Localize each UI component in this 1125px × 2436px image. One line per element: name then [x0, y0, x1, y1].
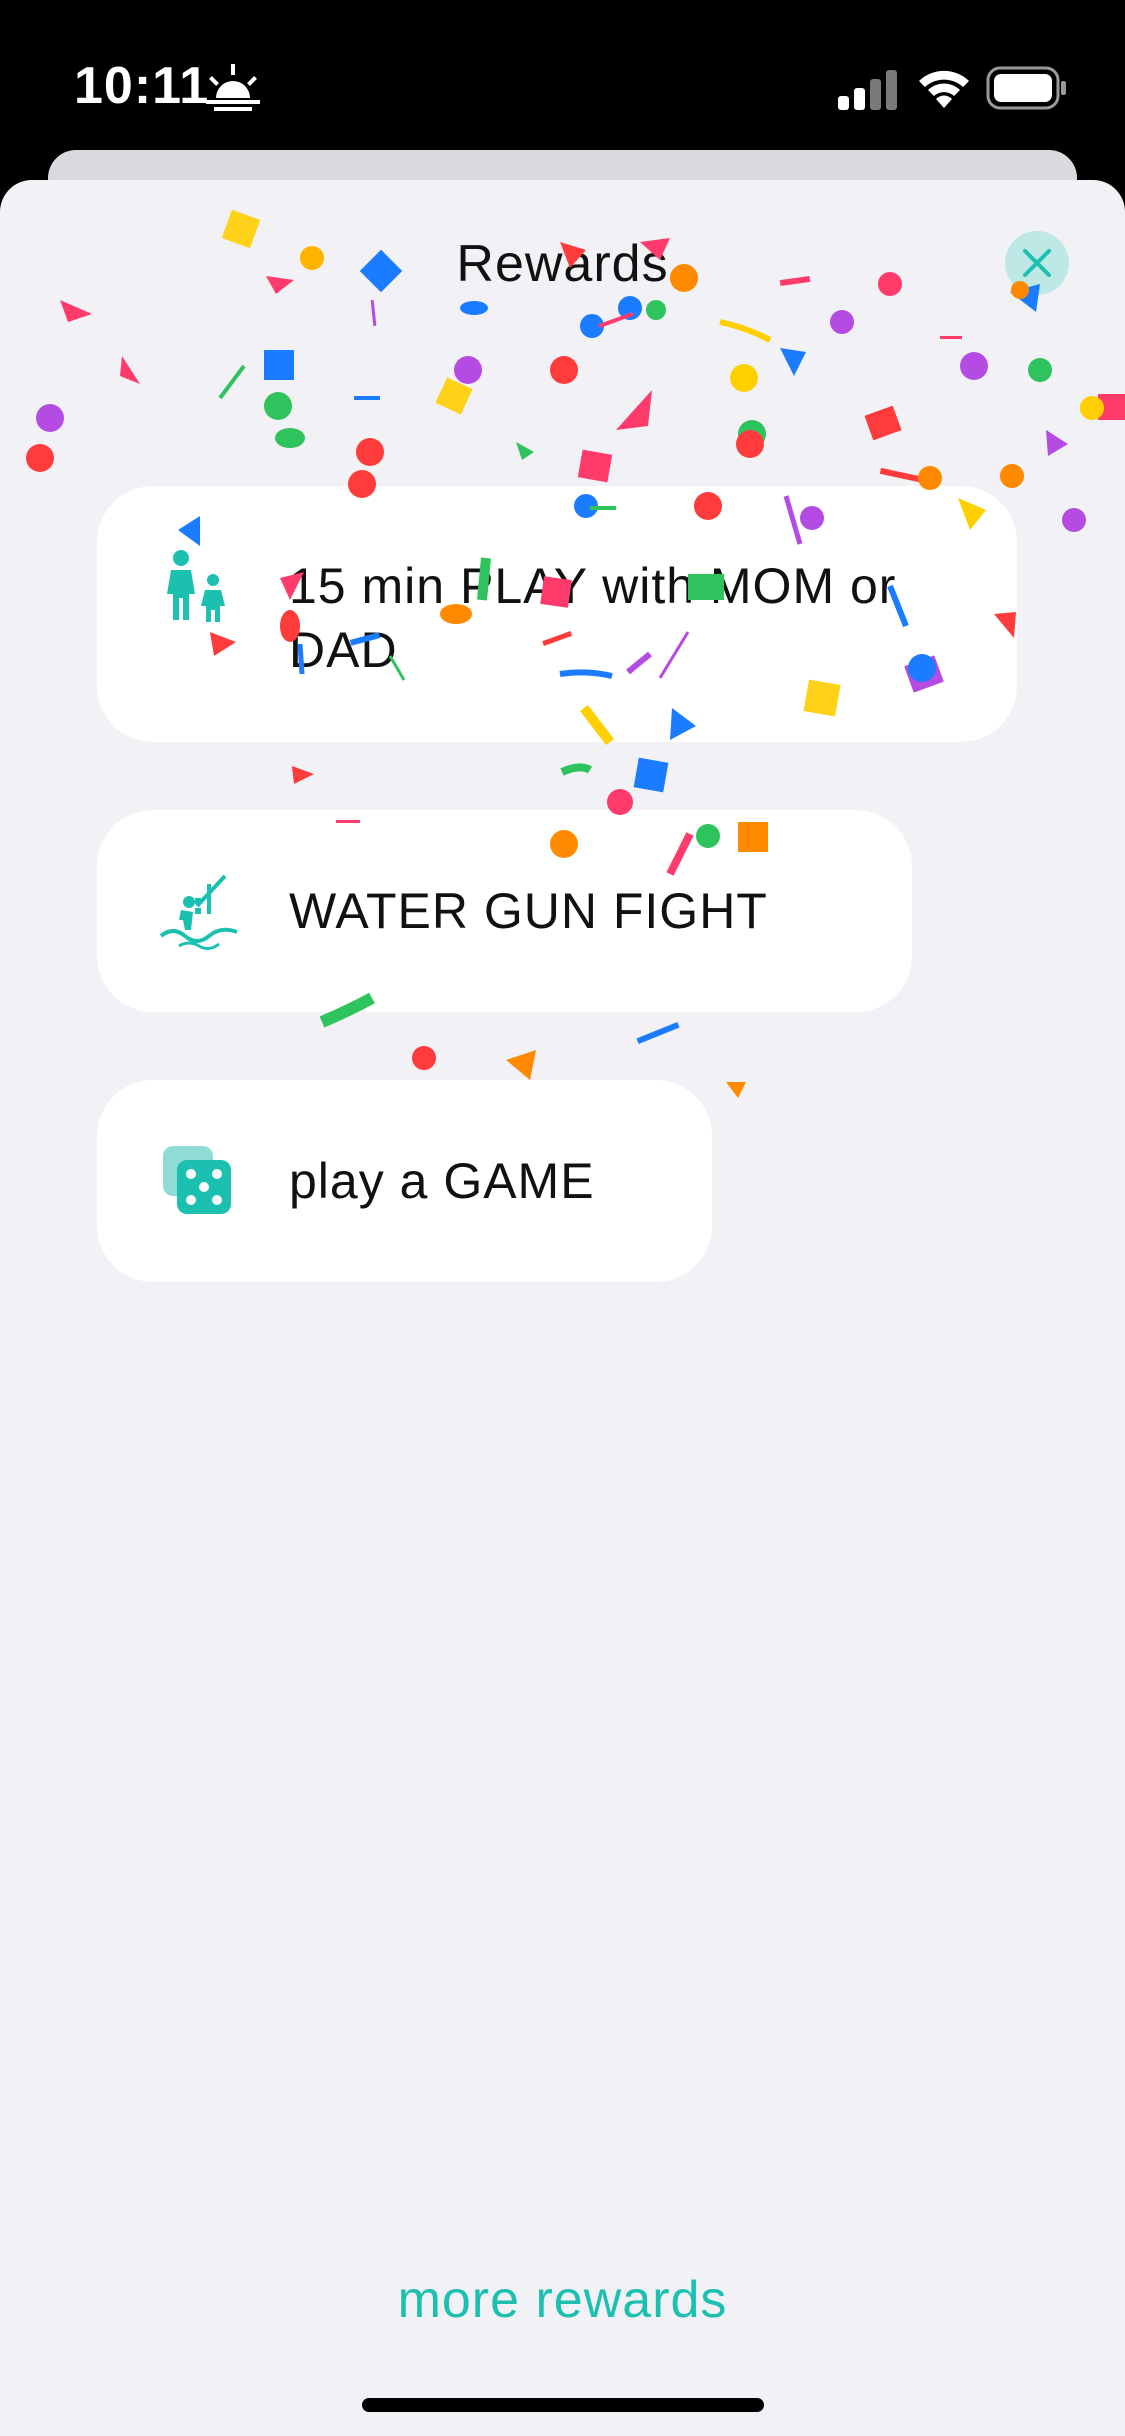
more-rewards-link[interactable]: more rewards: [0, 2270, 1125, 2330]
reward-label: 15 min PLAY with MOM or DAD: [289, 558, 897, 678]
close-button[interactable]: [1005, 231, 1069, 295]
close-icon: [1023, 249, 1051, 277]
reward-label: WATER GUN FIGHT: [289, 883, 768, 939]
status-time: 10:11: [74, 57, 210, 115]
cellular-signal-icon: [838, 70, 897, 110]
page-title: Rewards: [456, 235, 669, 293]
reward-item-play-a-game[interactable]: play a GAME: [97, 1080, 712, 1282]
reward-label: play a GAME: [289, 1153, 595, 1209]
water-slide-icon: [159, 874, 238, 950]
battery-icon: [986, 66, 1066, 110]
reward-item-play-with-parent[interactable]: 15 min PLAY with MOM or DAD: [97, 486, 1017, 742]
rewards-sheet: Rewards 15 min PLAY with MOM or DAD WATE…: [0, 180, 1125, 2436]
home-indicator[interactable]: [362, 2398, 764, 2412]
reward-item-water-gun-fight[interactable]: WATER GUN FIGHT: [97, 810, 912, 1012]
status-bar: 10:11: [0, 0, 1125, 150]
sunrise-icon: [206, 64, 260, 111]
parent-child-icon: [167, 550, 225, 622]
dice-icon: [163, 1146, 231, 1214]
wifi-icon: [919, 70, 969, 108]
